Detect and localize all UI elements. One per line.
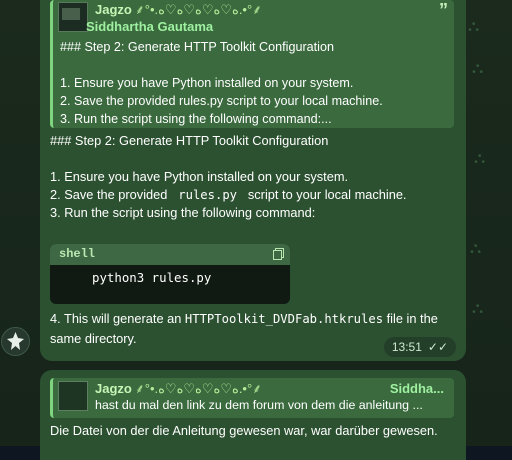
wizard-hat-icon: ⛬	[472, 60, 484, 77]
message-body: ### Step 2: Generate HTTP Toolkit Config…	[50, 133, 407, 220]
quote-author-decoration: ⸙°•.ﻩ♡ﻩ♡ﻩ♡ﻩ♡ﻩ.•°⸙	[135, 381, 262, 396]
copy-icon[interactable]	[273, 248, 284, 260]
wizard-hat-icon: ⛬	[474, 150, 486, 167]
wizard-hat-icon: ⛬	[468, 18, 480, 35]
inline-code: rules.py	[170, 188, 245, 202]
quote-author-decoration: ⸙°•.ﻩ♡ﻩ♡ﻩ♡ﻩ♡ﻩ.•°⸙	[135, 2, 262, 17]
message-text: Die Datei von der die Anleitung gewesen …	[50, 423, 438, 438]
quote-sender: Siddha...	[389, 381, 444, 396]
quote-thumbnail	[58, 2, 88, 32]
reply-quote[interactable]: Jagzo ⸙°•.ﻩ♡ﻩ♡ﻩ♡ﻩ♡ﻩ.•°⸙ Siddha... hast d…	[50, 378, 454, 418]
quote-author: Jagzo	[95, 2, 132, 17]
wizard-hat-icon: ⛬	[472, 300, 484, 317]
reply-quote[interactable]: Jagzo ⸙°•.ﻩ♡ﻩ♡ﻩ♡ﻩ♡ﻩ.•°⸙ ” Siddhartha Gau…	[50, 0, 454, 128]
message-meta: 13:51 ✓✓	[383, 337, 456, 357]
quote-text: hast du mal den link zu dem forum von de…	[95, 398, 423, 412]
quote-text: ### Step 2: Generate HTTP Toolkit Config…	[60, 40, 383, 126]
message-time: 13:51	[391, 340, 422, 354]
code-text: python3 rules.py	[92, 270, 212, 285]
wizard-hat-icon: ⛬	[470, 240, 482, 257]
avatar-icon	[2, 328, 29, 355]
quote-sender: Siddhartha Gautama	[86, 19, 214, 34]
inline-code: HTTPToolkit_DVDFab.htkrules	[184, 312, 384, 326]
read-checkmarks-icon: ✓✓	[427, 340, 448, 354]
code-block[interactable]: shell python3 rules.py	[50, 244, 290, 304]
avatar[interactable]	[1, 327, 30, 356]
code-language-label: shell	[50, 244, 290, 265]
quote-thumbnail	[58, 381, 88, 411]
quote-icon: ”	[439, 0, 448, 20]
quote-author: Jagzo	[95, 381, 132, 396]
